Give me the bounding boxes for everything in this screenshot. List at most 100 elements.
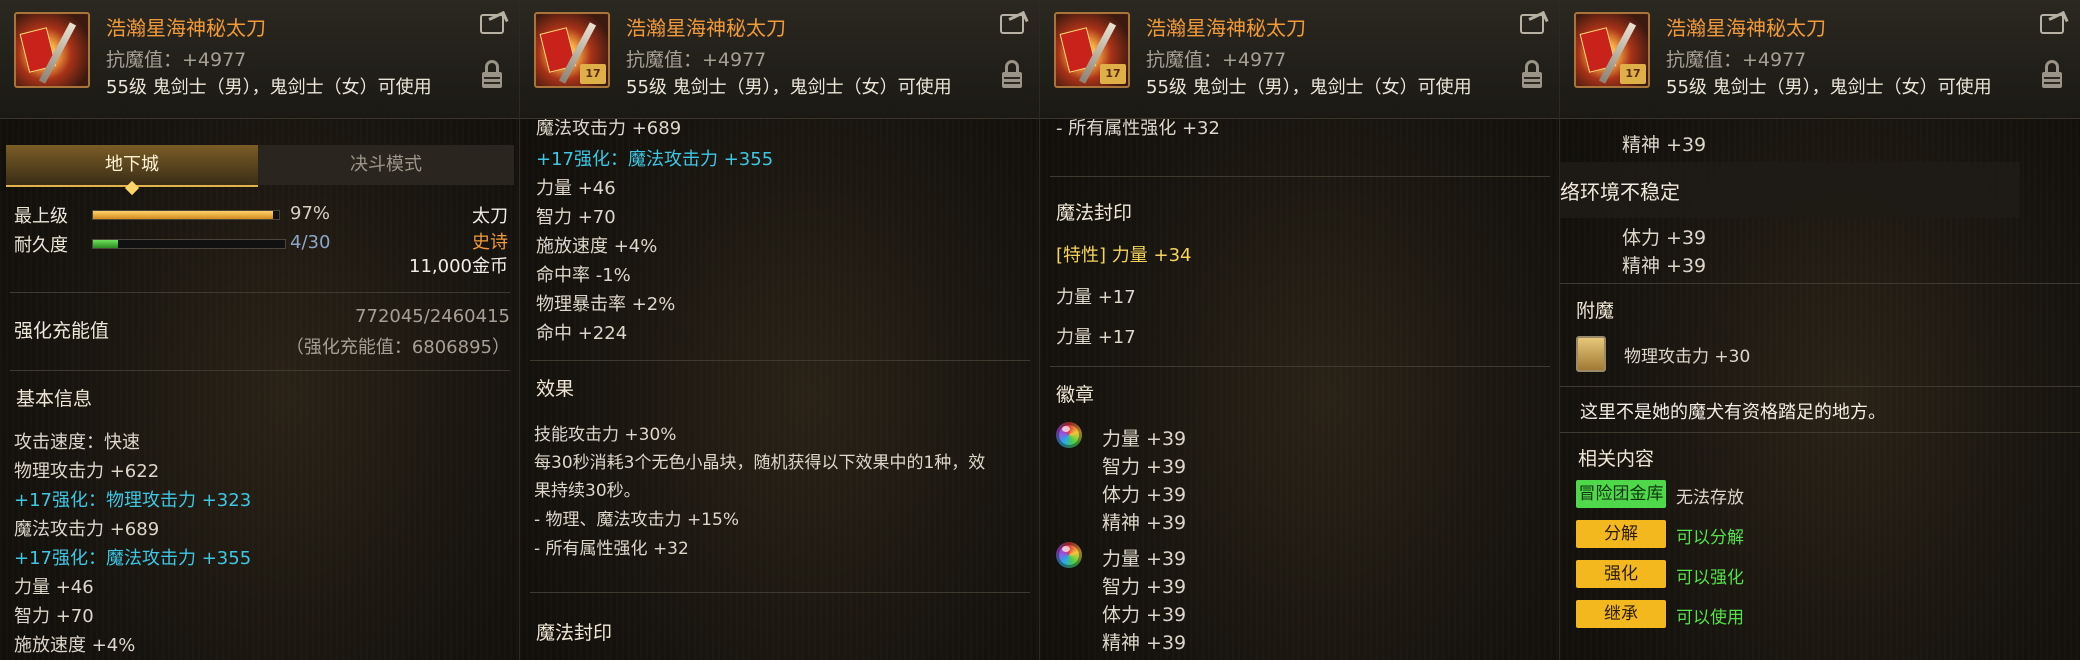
emblem-stat: 精神 +39 (1622, 255, 1707, 277)
item-usable-classes: 55级 鬼剑士（男），鬼剑士（女）可使用 (1666, 77, 1992, 98)
share-icon[interactable] (2040, 14, 2064, 34)
item-name: 浩瀚星海神秘太刀 (1666, 16, 1826, 40)
weapon-type: 太刀 (472, 206, 508, 227)
emblem-stat: 体力 +39 (1102, 484, 1187, 506)
charge-label: 强化充能值 (14, 320, 110, 342)
item-name: 浩瀚星海神秘太刀 (626, 16, 786, 40)
effect-line: - 所有属性强化 +32 (534, 539, 689, 559)
effect-line: 果持续30秒。 (534, 481, 641, 501)
enchant-title: 附魔 (1576, 300, 1615, 322)
effect-line: 每30秒消耗3个无色小晶块，随机获得以下效果中的1种，效 (534, 453, 986, 473)
share-icon[interactable] (480, 14, 504, 34)
stat-line: 力量 +46 (536, 178, 616, 199)
divider (530, 592, 1030, 593)
emblem-title: 徽章 (1056, 384, 1095, 406)
item-resist: 抗魔值：+4977 (1666, 49, 1807, 71)
tooltip-panel-1: 浩瀚星海神秘太刀 抗魔值：+4977 55级 鬼剑士（男），鬼剑士（女）可使用 … (0, 0, 520, 660)
related-status: 可以强化 (1676, 568, 1744, 588)
enchant-value: 物理攻击力 +30 (1624, 347, 1751, 367)
emblem-orb-icon (1056, 542, 1082, 568)
divider (1560, 432, 2080, 433)
item-resist: 抗魔值：+4977 (626, 49, 767, 71)
durability-label: 耐久度 (14, 235, 68, 256)
item-resist: 抗魔值：+4977 (106, 49, 247, 71)
disassemble-button[interactable]: 分解 (1576, 520, 1666, 548)
inherit-button[interactable]: 继承 (1576, 600, 1666, 628)
item-resist: 抗魔值：+4977 (1146, 49, 1287, 71)
stat-line: 施放速度 +4% (536, 236, 658, 257)
item-icon (14, 12, 90, 88)
emblem-stat: 体力 +39 (1622, 227, 1707, 249)
emblem-stat: 体力 +39 (1102, 604, 1187, 626)
share-icon[interactable] (1520, 14, 1544, 34)
lock-icon[interactable] (1002, 60, 1022, 88)
stat-line-enhance: +17强化：魔法攻击力 +355 (536, 149, 774, 170)
emblem-stat: 精神 +39 (1102, 632, 1187, 654)
adventure-vault-button[interactable]: 冒险团金库 (1576, 480, 1666, 508)
divider (1050, 176, 1550, 177)
item-header: 17 浩瀚星海神秘太刀 抗魔值：+4977 55级 鬼剑士（男），鬼剑士（女）可… (1040, 0, 1560, 119)
lock-icon[interactable] (2042, 60, 2062, 88)
basic-info-title: 基本信息 (16, 388, 93, 410)
item-usable-classes: 55级 鬼剑士（男），鬼剑士（女）可使用 (1146, 77, 1472, 98)
network-warning-text: 络环境不稳定 (1560, 180, 1680, 204)
stat-line: 物理暴击率 +2% (536, 294, 676, 315)
seal-line: 力量 +17 (1056, 287, 1136, 308)
rarity: 史诗 (472, 232, 508, 253)
enchant-card-icon (1576, 336, 1606, 372)
stat-line: 命中 +224 (536, 323, 628, 344)
enhance-button[interactable]: 强化 (1576, 560, 1666, 588)
related-status: 可以分解 (1676, 528, 1744, 548)
lock-icon[interactable] (482, 60, 502, 88)
divider (10, 292, 510, 293)
item-icon: 17 (1054, 12, 1130, 88)
charge-total: （强化充能值：6806895） (285, 337, 510, 358)
seal-line: 力量 +17 (1056, 327, 1136, 348)
stat-line: 魔法攻击力 +689 (14, 519, 160, 540)
grade-label: 最上级 (14, 206, 68, 227)
price: 11,000金币 (409, 256, 508, 277)
charge-value: 772045/2460415 (355, 306, 510, 327)
durability-value: 4/30 (290, 232, 331, 253)
stat-line: 物理攻击力 +622 (14, 461, 160, 482)
stat-line: 攻击速度：快速 (14, 432, 140, 453)
seal-trait: [特性] 力量 +34 (1056, 245, 1192, 266)
tab-dungeon[interactable]: 地下城 (6, 145, 258, 196)
grade-value: 97% (290, 203, 331, 224)
tooltip-panel-3: - 所有属性强化 +32 17 浩瀚星海神秘太刀 抗魔值：+4977 55级 鬼… (1040, 0, 1560, 660)
emblem-stat: 力量 +39 (1102, 428, 1187, 450)
item-icon: 17 (534, 12, 610, 88)
item-header: 浩瀚星海神秘太刀 抗魔值：+4977 55级 鬼剑士（男），鬼剑士（女）可使用 (0, 0, 520, 119)
emblem-stat: 精神 +39 (1102, 512, 1187, 534)
divider (1560, 283, 2080, 284)
divider (1050, 366, 1550, 367)
enhance-badge: 17 (580, 64, 606, 84)
item-icon: 17 (1574, 12, 1650, 88)
tab-duel-mode[interactable]: 决斗模式 (258, 145, 514, 185)
emblem-stat: 智力 +39 (1102, 576, 1187, 598)
item-name: 浩瀚星海神秘太刀 (1146, 16, 1306, 40)
emblem-stat: 力量 +39 (1102, 548, 1187, 570)
item-header: 17 浩瀚星海神秘太刀 抗魔值：+4977 55级 鬼剑士（男），鬼剑士（女）可… (520, 0, 1040, 119)
item-usable-classes: 55级 鬼剑士（男），鬼剑士（女）可使用 (626, 77, 952, 98)
grade-bar (92, 210, 280, 220)
seal-title: 魔法封印 (536, 622, 613, 644)
related-status: 无法存放 (1676, 488, 1744, 508)
effect-line: 技能攻击力 +30% (534, 425, 677, 445)
stat-line: 施放速度 +4% (14, 635, 136, 656)
lock-icon[interactable] (1522, 60, 1542, 88)
enhance-badge: 17 (1620, 64, 1646, 84)
share-icon[interactable] (1000, 14, 1024, 34)
stat-line: 智力 +70 (14, 606, 94, 627)
effect-line: - 物理、魔法攻击力 +15% (534, 510, 739, 530)
stat-line: 命中率 -1% (536, 265, 631, 286)
seal-title: 魔法封印 (1056, 202, 1133, 224)
enhance-badge: 17 (1100, 64, 1126, 84)
stat-line: 智力 +70 (536, 207, 616, 228)
tooltip-panel-4: 17 浩瀚星海神秘太刀 抗魔值：+4977 55级 鬼剑士（男），鬼剑士（女）可… (1560, 0, 2080, 660)
item-name: 浩瀚星海神秘太刀 (106, 16, 266, 40)
related-status: 可以使用 (1676, 608, 1744, 628)
network-warning-banner: 络环境不稳定 (1560, 162, 2020, 218)
effect-title: 效果 (536, 378, 575, 400)
emblem-stat: 精神 +39 (1622, 134, 1707, 156)
